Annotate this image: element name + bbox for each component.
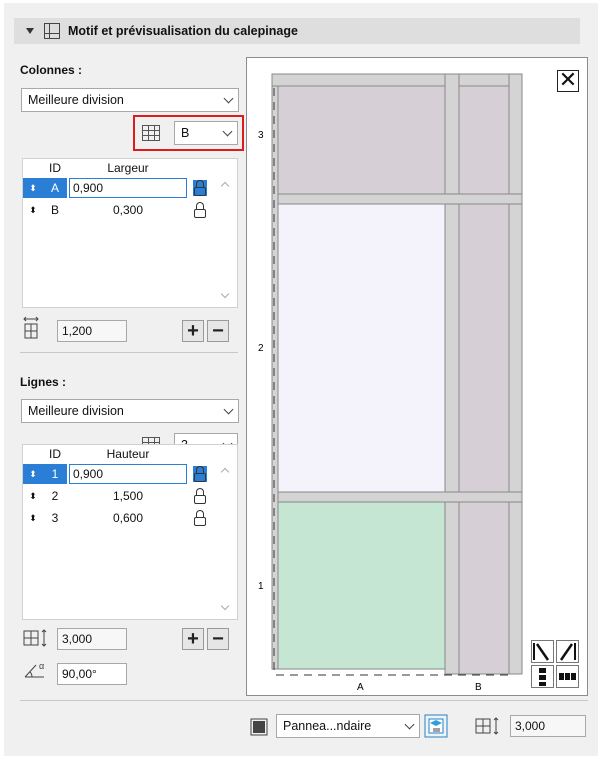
panel-type-value: Pannea...ndaire [283, 719, 372, 733]
panel-icon [250, 718, 268, 736]
row-id: 3 [51, 511, 59, 525]
remove-column-button[interactable]: − [207, 320, 229, 342]
row-id: 2 [51, 489, 59, 503]
lock-icon[interactable] [193, 180, 207, 196]
column-select-value: B [181, 126, 190, 140]
display-mode-icons [531, 640, 579, 688]
remove-row-button[interactable]: − [207, 628, 229, 650]
triangle-down-icon[interactable] [26, 28, 34, 34]
column-select-dropdown[interactable]: B [174, 121, 238, 145]
transom [271, 193, 523, 205]
table-row[interactable]: ⬍ 2 1,500 [23, 486, 213, 506]
lines-label: Lignes : [20, 375, 67, 389]
columns-division-dropdown[interactable]: Meilleure division [21, 88, 239, 112]
frame-left [271, 85, 279, 670]
row-value-input[interactable]: 0,900 [69, 464, 187, 484]
divider [20, 700, 588, 701]
horizontal-joints-icon[interactable] [556, 665, 579, 688]
columns-division-value: Meilleure division [28, 93, 124, 107]
lock-icon[interactable] [193, 488, 207, 504]
lines-division-dropdown[interactable]: Meilleure division [21, 399, 239, 423]
reorder-icon[interactable]: ⬍ [23, 464, 43, 484]
table-row[interactable]: ⬍ A 0,900 [23, 178, 213, 198]
row-value-input[interactable]: 0,900 [69, 178, 187, 198]
panel-a1 [277, 501, 446, 670]
reorder-icon[interactable]: ⬍ [23, 200, 43, 220]
chevron-down-icon [404, 719, 415, 730]
height-field: 3,000 [510, 715, 586, 737]
row-id: A [43, 178, 67, 198]
row-value-input[interactable]: 1,500 [69, 486, 187, 506]
table-row[interactable]: ⬍ B 0,300 [23, 200, 213, 220]
grid-pattern-icon [44, 23, 60, 39]
panel-type-dropdown[interactable]: Pannea...ndaire [276, 714, 420, 738]
scrollbar[interactable] [215, 463, 237, 619]
chevron-down-icon [223, 93, 234, 104]
diagonal-left-icon[interactable] [531, 640, 554, 663]
preview-canvas: 3 2 1 A B [258, 73, 523, 693]
total-width-icon [23, 316, 39, 339]
lines-total-field: 3,000 [57, 628, 127, 650]
lock-icon[interactable] [193, 202, 207, 218]
close-icon[interactable]: ✕ [557, 69, 579, 92]
add-column-button[interactable]: + [182, 320, 204, 342]
total-height-icon [23, 629, 47, 647]
panel-b2 [458, 203, 510, 493]
row-label: 1 [258, 581, 264, 592]
frame-top [271, 73, 523, 87]
panel-b1 [458, 501, 510, 675]
columns-total-field: 1,200 [57, 320, 127, 342]
frame-right [508, 73, 523, 675]
reorder-icon[interactable]: ⬍ [23, 178, 43, 198]
row-id: 1 [43, 464, 67, 484]
panel-settings-icon[interactable] [424, 714, 448, 738]
svg-text:α: α [39, 661, 44, 671]
table-row[interactable]: ⬍ 3 0,600 [23, 508, 213, 528]
vertical-joints-icon[interactable] [531, 665, 554, 688]
lock-icon[interactable] [193, 510, 207, 526]
chevron-down-icon [223, 404, 234, 415]
angle-icon: α [24, 661, 44, 678]
row-id: B [50, 203, 59, 217]
column-label: A [357, 682, 364, 693]
chevron-down-icon [222, 126, 233, 137]
section-header[interactable]: Motif et prévisualisation du calepinage [14, 18, 580, 44]
column-header-hauteur: Hauteur [106, 447, 150, 461]
panel-a3 [277, 85, 446, 195]
lines-table: ID Hauteur ⬍ 1 0,900 ⬍ 2 1,500 ⬍ 3 0,600 [22, 444, 238, 620]
column-label: B [475, 682, 482, 693]
row-value-input[interactable]: 0,300 [69, 200, 187, 220]
section-title: Motif et prévisualisation du calepinage [68, 24, 298, 38]
diagonal-right-icon[interactable] [556, 640, 579, 663]
row-value-input[interactable]: 0,600 [69, 508, 187, 528]
columns-table: ID Largeur ⬍ A 0,900 ⬍ B 0,300 [22, 158, 238, 308]
pattern-preview: 3 2 1 A B ✕ [246, 57, 588, 696]
transom [271, 491, 523, 503]
columns-label: Colonnes : [20, 63, 82, 77]
scrollbar[interactable] [215, 177, 237, 307]
angle-field[interactable]: 90,00° [57, 663, 127, 685]
row-label: 2 [258, 343, 264, 354]
add-row-button[interactable]: + [182, 628, 204, 650]
column-header-id: ID [49, 161, 61, 175]
lock-icon[interactable] [193, 466, 207, 482]
lines-division-value: Meilleure division [28, 404, 124, 418]
reorder-icon[interactable]: ⬍ [23, 486, 43, 506]
column-header-largeur: Largeur [107, 161, 149, 175]
panel-a2 [277, 203, 446, 493]
reorder-icon[interactable]: ⬍ [23, 508, 43, 528]
column-header-id: ID [49, 447, 61, 461]
mullion [444, 73, 460, 675]
row-label: 3 [258, 130, 264, 141]
divider [20, 352, 238, 353]
panel-b3 [458, 85, 510, 195]
table-row[interactable]: ⬍ 1 0,900 [23, 464, 213, 484]
height-icon [475, 717, 499, 735]
table-grid-icon [142, 125, 160, 141]
